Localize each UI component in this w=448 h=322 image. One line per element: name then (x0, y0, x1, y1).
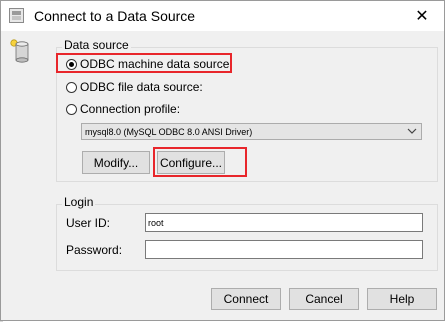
cancel-button[interactable]: Cancel (289, 288, 359, 310)
help-button-label: Help (389, 292, 415, 306)
chevron-down-icon (407, 128, 417, 134)
radio-button[interactable] (66, 103, 77, 115)
highlight-configure (153, 147, 247, 177)
radio-connection-profile[interactable]: Connection profile: (66, 102, 180, 116)
connect-button[interactable]: Connect (211, 288, 281, 310)
window-title: Connect to a Data Source (34, 8, 196, 24)
data-source-legend: Data source (62, 38, 131, 52)
dialog-window: Connect to a Data Source ✕ Data source O… (0, 0, 445, 321)
user-id-label: User ID: (66, 216, 111, 230)
radio-label-connection-profile: Connection profile: (80, 102, 181, 116)
user-id-value: root (148, 217, 164, 228)
title-bar: Connect to a Data Source ✕ (1, 1, 444, 31)
radio-odbc-file[interactable]: ODBC file data source: (66, 80, 203, 94)
password-field[interactable] (145, 240, 423, 259)
close-icon: ✕ (415, 8, 429, 25)
login-legend: Login (62, 195, 96, 209)
cancel-button-label: Cancel (305, 292, 343, 306)
connect-button-label: Connect (223, 292, 269, 306)
radio-label-odbc-file: ODBC file data source: (80, 80, 203, 94)
modify-button[interactable]: Modify... (82, 151, 150, 174)
app-icon (9, 8, 24, 23)
help-button[interactable]: Help (367, 288, 437, 310)
modify-button-label: Modify... (93, 155, 139, 170)
radio-button[interactable] (66, 81, 77, 93)
highlight-odbc-machine (56, 53, 232, 73)
driver-select[interactable]: mysql8.0 (MySQL ODBC 8.0 ANSI Driver) (81, 123, 422, 140)
close-button[interactable]: ✕ (402, 1, 442, 31)
database-icon (10, 39, 29, 63)
driver-select-value: mysql8.0 (MySQL ODBC 8.0 ANSI Driver) (85, 126, 253, 137)
password-label: Password: (66, 243, 123, 257)
user-id-field[interactable]: root (145, 213, 423, 232)
